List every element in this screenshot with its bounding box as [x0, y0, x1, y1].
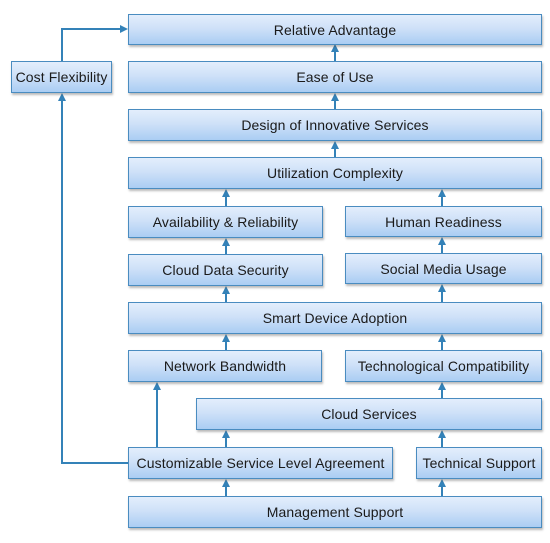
node-cloud-services: Cloud Services — [196, 398, 542, 430]
edge-cost-flexibility-to-relative-advantage — [61, 25, 128, 61]
node-social-media-usage: Social Media Usage — [345, 253, 542, 284]
node-availability-reliability: Availability & Reliability — [128, 206, 323, 238]
node-label: Smart Device Adoption — [262, 310, 408, 326]
node-utilization-complexity: Utilization Complexity — [128, 157, 542, 189]
node-customizable-sla: Customizable Service Level Agreement — [128, 447, 393, 479]
node-label: Technological Compatibility — [357, 358, 530, 374]
node-label: Human Readiness — [385, 213, 502, 230]
node-label: Ease of Use — [296, 69, 374, 85]
node-label: Relative Advantage — [273, 21, 397, 38]
node-technological-compatibility: Technological Compatibility — [345, 350, 542, 382]
node-network-bandwidth: Network Bandwidth — [128, 350, 322, 382]
node-label: Cloud Services — [321, 406, 417, 422]
node-ease-of-use: Ease of Use — [128, 61, 542, 93]
node-label: Utilization Complexity — [266, 165, 404, 181]
node-label: Technical Support — [422, 455, 536, 471]
node-cost-flexibility: Cost Flexibility — [11, 61, 112, 93]
node-label: Cloud Data Security — [162, 262, 289, 278]
node-technical-support: Technical Support — [416, 447, 542, 479]
node-label: Customizable Service Level Agreement — [136, 455, 385, 471]
node-design-of-innovative-services: Design of Innovative Services — [128, 109, 542, 141]
node-cloud-data-security: Cloud Data Security — [128, 254, 323, 286]
node-smart-device-adoption: Smart Device Adoption — [128, 302, 542, 334]
edge-customizable-sla-to-cost-flexibility — [58, 93, 128, 464]
node-management-support: Management Support — [128, 496, 542, 528]
node-label: Cost Flexibility — [15, 69, 108, 85]
node-relative-advantage: Relative Advantage — [128, 14, 542, 45]
node-label: Social Media Usage — [380, 260, 507, 277]
node-label: Network Bandwidth — [163, 358, 287, 374]
node-human-readiness: Human Readiness — [345, 206, 542, 237]
node-label: Management Support — [266, 504, 404, 520]
diagram-canvas: Relative Advantage Cost Flexibility Ease… — [0, 0, 550, 543]
node-label: Availability & Reliability — [152, 214, 299, 230]
node-label: Design of Innovative Services — [241, 117, 429, 133]
